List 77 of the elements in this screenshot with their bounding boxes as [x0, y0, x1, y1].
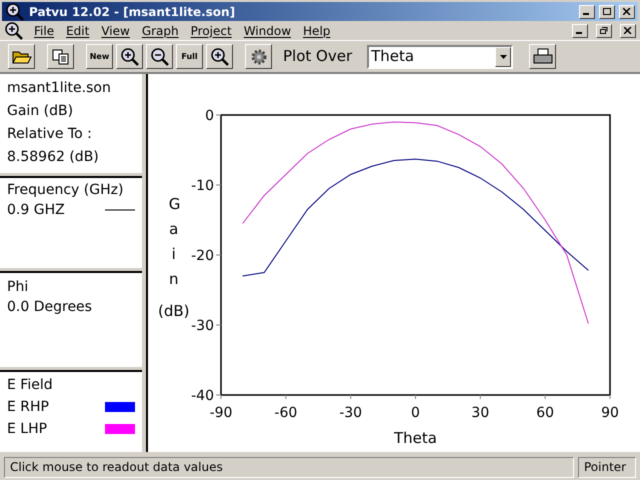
open-icon — [12, 48, 32, 64]
menu-item[interactable]: Project — [188, 22, 234, 40]
close-button[interactable] — [619, 4, 635, 18]
restore-icon — [600, 27, 608, 34]
zoom-in-button[interactable] — [116, 44, 143, 69]
y-tick: 0 — [205, 108, 222, 124]
new-button[interactable]: New — [86, 44, 113, 69]
x-tick: 0 — [411, 394, 420, 421]
full-button[interactable]: Full — [176, 44, 203, 69]
zoom-in-icon — [4, 20, 24, 40]
axis-unit: (dB) — [158, 301, 190, 322]
y-tick-label: -30 — [191, 318, 214, 334]
axis-title: Gain — [168, 194, 179, 290]
zoom-custom-icon — [5, 2, 25, 22]
zoom-in-icon — [120, 46, 140, 66]
y-tick-label: 0 — [205, 108, 214, 124]
menu-item[interactable]: Edit — [64, 22, 92, 40]
close-button[interactable] — [620, 24, 636, 38]
status-message: Click mouse to readout data values — [4, 456, 574, 478]
relative-value: 8.58962 (dB) — [7, 148, 100, 167]
y-tick: -10 — [191, 178, 222, 194]
legend-label: E LHP — [7, 420, 48, 439]
x-tick-label: 0 — [411, 405, 420, 421]
x-tick-label: -30 — [339, 405, 362, 421]
x-tick-label: 60 — [536, 405, 554, 421]
phi-value: 0.0 Degrees — [7, 298, 93, 317]
zoom-custom-button[interactable] — [206, 44, 233, 69]
x-tick: 30 — [471, 394, 490, 421]
y-tick: -20 — [191, 248, 222, 264]
copy-icon — [52, 48, 70, 64]
x-tick-label: 90 — [601, 405, 619, 421]
minimize-button[interactable] — [579, 4, 595, 18]
menu-item[interactable]: Window — [242, 22, 294, 40]
copy-button[interactable] — [47, 44, 74, 69]
line-sample-icon — [105, 209, 135, 211]
print-button[interactable] — [529, 44, 556, 69]
x-tick: -60 — [274, 394, 298, 421]
zoom-out-icon — [150, 46, 170, 66]
restore-button[interactable] — [596, 24, 612, 38]
y-tick-label: -20 — [191, 248, 214, 264]
menu-item[interactable]: File — [32, 22, 56, 40]
y-tick: -30 — [191, 318, 222, 334]
x-tick: 90 — [601, 394, 619, 421]
maximize-icon — [603, 8, 611, 15]
zoom-out-button[interactable] — [146, 44, 173, 69]
print-icon — [532, 48, 553, 66]
maximize-button[interactable] — [599, 4, 615, 18]
x-tick-label: -60 — [274, 405, 298, 421]
menu-item[interactable]: Help — [301, 22, 332, 40]
gear-button[interactable] — [245, 44, 272, 69]
close-icon — [624, 27, 632, 34]
plot-over-select[interactable]: Theta — [367, 44, 514, 68]
legend-label: E RHP — [7, 398, 50, 417]
gear-icon — [250, 48, 268, 66]
panel-title: Phi — [7, 278, 30, 297]
menu-item[interactable]: Graph — [140, 22, 181, 40]
frequency-value: 0.9 GHZ — [7, 201, 66, 220]
open-button[interactable] — [8, 44, 35, 69]
axis-title: Theta — [394, 429, 437, 447]
relative-label: Relative To : — [7, 125, 93, 144]
close-icon — [623, 8, 631, 15]
x-tick-label: 30 — [471, 405, 490, 421]
zoom-custom-icon — [210, 46, 230, 66]
x-tick: 60 — [536, 394, 554, 421]
panel-title: Frequency (GHz) — [7, 181, 124, 200]
x-tick: -30 — [339, 394, 362, 421]
caret-icon — [500, 54, 507, 58]
menu-item[interactable]: View — [99, 22, 132, 40]
plot-over-label: Plot Over — [283, 46, 352, 68]
x-tick-label: -90 — [210, 405, 232, 421]
minimize-button[interactable] — [572, 24, 588, 38]
y-tick-label: -10 — [191, 178, 214, 194]
status-mode: Pointer — [578, 456, 636, 478]
file-name: msant1lite.son — [7, 79, 112, 98]
panel-title: E Field — [7, 376, 54, 395]
quantity-label: Gain (dB) — [7, 102, 74, 121]
window-title: Patvu 12.02 - [msant1lite.son] — [29, 4, 236, 20]
